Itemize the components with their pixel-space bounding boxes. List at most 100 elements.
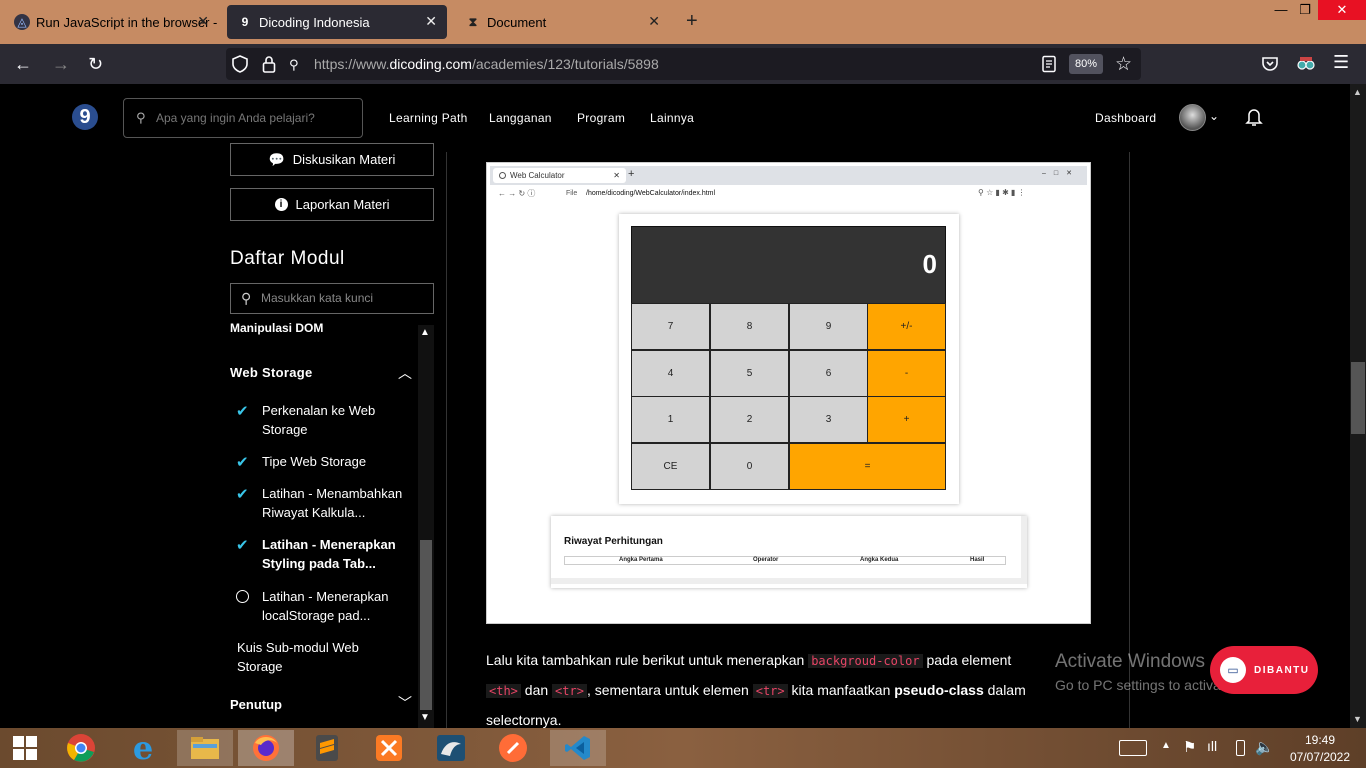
module-item[interactable]: Latihan - Menerapkan localStorage pad... bbox=[262, 587, 422, 625]
display-value: 0 bbox=[922, 249, 937, 279]
report-material-button[interactable]: i Laporkan Materi bbox=[230, 188, 434, 221]
url-domain: dicoding.com bbox=[389, 56, 472, 72]
check-icon: ✔ bbox=[236, 486, 249, 503]
code-snippet: <th> bbox=[486, 684, 521, 698]
menu-program[interactable]: Program bbox=[577, 111, 625, 125]
new-tab-button[interactable]: + bbox=[686, 10, 698, 33]
firefox-icon[interactable] bbox=[238, 730, 294, 766]
extension-icon[interactable] bbox=[1296, 55, 1316, 73]
menu-lainnya[interactable]: Lainnya bbox=[650, 111, 694, 125]
module-item-current[interactable]: Latihan - Menerapkan Styling pada Tab... bbox=[262, 535, 422, 573]
tab-run-javascript[interactable]: ◬ Run JavaScript in the browser - ✕ bbox=[4, 5, 219, 39]
keyboard-icon[interactable] bbox=[1119, 740, 1147, 756]
check-icon: ✔ bbox=[236, 537, 249, 554]
section-penutup[interactable]: Penutup bbox=[230, 697, 282, 712]
key-0: 0 bbox=[710, 443, 789, 490]
menu-langganan[interactable]: Langganan bbox=[489, 111, 552, 125]
window-controls-icon: –□✕ bbox=[1042, 170, 1080, 177]
dicoding-logo[interactable]: 9 bbox=[72, 104, 98, 130]
volume-icon[interactable]: 🔈 bbox=[1255, 738, 1274, 756]
chevron-down-icon[interactable]: ﹀ bbox=[398, 693, 412, 713]
sidebar-scroll-thumb[interactable] bbox=[420, 540, 432, 710]
menu-learning-path[interactable]: Learning Path bbox=[389, 111, 468, 125]
mini-nav-icons: ← → ↻ ⓘ bbox=[498, 189, 536, 198]
mysql-workbench-icon[interactable] bbox=[426, 730, 476, 766]
quiz-item[interactable]: Kuis Sub-modul Web Storage bbox=[237, 638, 387, 676]
bold-text: pseudo-class bbox=[894, 682, 984, 698]
bell-icon[interactable] bbox=[1245, 107, 1263, 127]
sublime-text-icon[interactable] bbox=[302, 730, 352, 766]
clock-time[interactable]: 19:49 bbox=[1290, 733, 1350, 747]
key-4: 4 bbox=[631, 350, 710, 397]
close-tab-icon[interactable]: ✕ bbox=[197, 13, 209, 30]
shield-icon[interactable] bbox=[232, 55, 248, 73]
chat-bubble-icon: ▭ bbox=[1220, 657, 1246, 683]
battery-icon[interactable] bbox=[1236, 740, 1245, 756]
scroll-down-icon[interactable]: ▼ bbox=[1353, 714, 1362, 724]
lock-icon[interactable] bbox=[262, 55, 276, 73]
module-search-input[interactable]: ⚲ Masukkan kata kunci bbox=[230, 283, 434, 314]
key-ce: CE bbox=[631, 443, 710, 490]
pocket-icon[interactable] bbox=[1261, 55, 1279, 73]
tab-label: Dicoding Indonesia bbox=[259, 14, 370, 30]
help-label: DIBANTU bbox=[1254, 664, 1310, 676]
reader-view-icon[interactable] bbox=[1041, 55, 1057, 73]
network-warning-icon[interactable]: ⚑ bbox=[1183, 738, 1196, 756]
scroll-up-icon[interactable]: ▲ bbox=[420, 327, 430, 338]
mini-path: /home/dicoding/WebCalculator/index.html bbox=[586, 190, 716, 197]
history-table-header: Angka Pertama Operator Angka Kedua Hasil bbox=[564, 556, 1006, 565]
reload-icon[interactable]: ↻ bbox=[88, 55, 103, 73]
restore-icon[interactable]: ❐ bbox=[1290, 0, 1320, 20]
key-plus: + bbox=[867, 396, 946, 443]
scroll-up-icon[interactable]: ▲ bbox=[1353, 87, 1362, 97]
check-icon: ✔ bbox=[236, 403, 249, 420]
tab-document[interactable]: ⧗ Document ✕ bbox=[455, 5, 670, 39]
page-scroll-thumb[interactable] bbox=[1351, 362, 1365, 434]
calculator-card: 0 7 8 9 +/- 4 5 6 - 1 2 3 + CE 0 = bbox=[619, 214, 959, 504]
chevron-up-icon[interactable]: ︿ bbox=[398, 363, 412, 383]
mini-address-bar: ← → ↻ ⓘ File /home/dicoding/WebCalculato… bbox=[490, 185, 1087, 204]
forward-icon[interactable]: → bbox=[52, 55, 70, 73]
key-5: 5 bbox=[710, 350, 789, 397]
dicoding-favicon-icon: 9 bbox=[241, 15, 249, 29]
module-item[interactable]: Tipe Web Storage bbox=[262, 452, 422, 471]
close-window-icon[interactable]: ✕ bbox=[1318, 0, 1366, 20]
avatar[interactable] bbox=[1179, 104, 1206, 131]
tutorial-screenshot: Web Calculator ✕ + –□✕ ← → ↻ ⓘ File /hom… bbox=[486, 162, 1091, 624]
chrome-icon[interactable] bbox=[56, 730, 106, 766]
app-menu-icon[interactable]: ☰ bbox=[1333, 52, 1349, 73]
close-tab-icon[interactable]: ✕ bbox=[648, 13, 660, 30]
chevron-down-icon[interactable]: ⌄ bbox=[1209, 109, 1219, 123]
help-button[interactable]: ▭ DIBANTU bbox=[1210, 646, 1318, 694]
postman-icon[interactable] bbox=[488, 730, 538, 766]
site-search-input[interactable]: ⚲ Apa yang ingin Anda pelajari? bbox=[123, 98, 363, 138]
search-icon: ⚲ bbox=[136, 110, 146, 125]
back-icon[interactable]: ← bbox=[14, 55, 32, 73]
history-title: Riwayat Perhitungan bbox=[564, 536, 663, 547]
zoom-badge[interactable]: 80% bbox=[1069, 54, 1103, 74]
internet-explorer-icon[interactable]: e bbox=[118, 729, 168, 767]
text: kita manfaatkan bbox=[787, 682, 895, 698]
close-tab-icon[interactable]: ✕ bbox=[425, 13, 437, 30]
module-list-title: Daftar Modul bbox=[230, 248, 345, 269]
permissions-icon[interactable]: ⚲ bbox=[289, 57, 299, 73]
file-explorer-icon[interactable] bbox=[177, 730, 233, 766]
col-operator: Operator bbox=[753, 557, 779, 563]
scroll-down-icon[interactable]: ▼ bbox=[420, 712, 430, 723]
module-item[interactable]: Latihan - Menambahkan Riwayat Kalkula... bbox=[262, 484, 422, 522]
bookmark-star-icon[interactable]: ☆ bbox=[1115, 53, 1132, 76]
signal-icon[interactable]: ıll bbox=[1207, 738, 1217, 754]
clock-date[interactable]: 07/07/2022 bbox=[1286, 750, 1354, 764]
tray-chevron-up-icon[interactable]: ▲ bbox=[1161, 740, 1171, 751]
chat-icon: 💬 bbox=[268, 151, 285, 167]
menu-dashboard[interactable]: Dashboard bbox=[1095, 111, 1156, 125]
start-button[interactable] bbox=[0, 730, 50, 766]
xampp-icon[interactable] bbox=[364, 730, 414, 766]
section-web-storage[interactable]: Web Storage bbox=[230, 365, 313, 380]
url-text[interactable]: https://www.dicoding.com/academies/123/t… bbox=[314, 56, 659, 72]
module-item[interactable]: Perkenalan ke Web Storage bbox=[262, 401, 422, 439]
vscode-icon[interactable] bbox=[550, 730, 606, 766]
tab-dicoding[interactable]: 9 Dicoding Indonesia ✕ bbox=[227, 5, 447, 39]
prev-section-label[interactable]: Manipulasi DOM bbox=[230, 321, 416, 335]
discuss-material-button[interactable]: 💬 Diskusikan Materi bbox=[230, 143, 434, 176]
